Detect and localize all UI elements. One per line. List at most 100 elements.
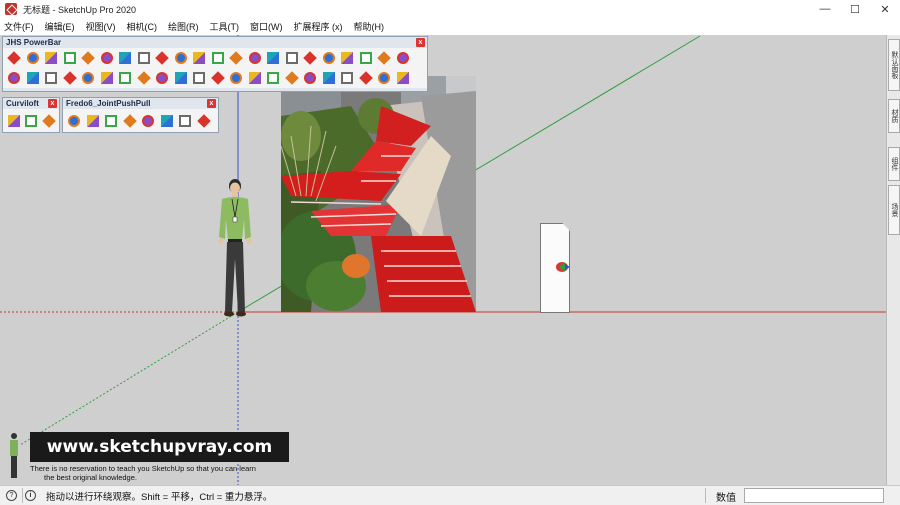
tool-icon[interactable] <box>62 50 78 66</box>
close-icon[interactable]: x <box>207 99 216 108</box>
info-icon[interactable]: i <box>25 490 36 501</box>
tool-icon[interactable] <box>210 70 226 86</box>
watermark-line-2: the best original knowledge. <box>44 473 137 482</box>
tool-icon[interactable] <box>80 70 96 86</box>
tool-icon[interactable] <box>173 70 189 86</box>
toolbar-row-2 <box>3 68 427 88</box>
tray-tab-scenes[interactable]: 场景 <box>888 185 900 235</box>
tool-icon[interactable] <box>154 50 170 66</box>
tool-icon[interactable] <box>159 113 175 129</box>
tool-icon[interactable] <box>6 70 22 86</box>
menu-extensions[interactable]: 扩展程序 (x) <box>294 20 343 33</box>
tool-icon[interactable] <box>43 50 59 66</box>
tool-icon[interactable] <box>228 50 244 66</box>
tool-icon[interactable] <box>24 113 39 129</box>
toolbar-title-text: Fredo6_JointPushPull <box>66 99 151 108</box>
tool-icon[interactable] <box>62 70 78 86</box>
tool-icon[interactable] <box>358 70 374 86</box>
toolbar-row <box>63 109 218 132</box>
imported-photo-red-bench[interactable] <box>281 76 476 312</box>
watermark-banner: www.sketchupvray.com <box>30 432 289 462</box>
tool-icon[interactable] <box>25 50 41 66</box>
tool-icon[interactable] <box>376 50 392 66</box>
tool-icon[interactable] <box>284 70 300 86</box>
tool-icon[interactable] <box>154 70 170 86</box>
tool-icon[interactable] <box>6 113 21 129</box>
status-bar: ? i 拖动以进行环绕观察。Shift = 平移，Ctrl = 重力悬浮。 数值 <box>0 485 900 505</box>
toolbar-title[interactable]: JHS PowerBar x <box>3 37 427 48</box>
tool-icon[interactable] <box>66 113 82 129</box>
tool-icon[interactable] <box>247 70 263 86</box>
tool-icon[interactable] <box>43 70 59 86</box>
tool-icon[interactable] <box>210 50 226 66</box>
geolocation-icon[interactable]: ? <box>6 490 17 501</box>
tool-icon[interactable] <box>302 50 318 66</box>
toolbar-row <box>3 109 59 132</box>
tray-tab-components[interactable]: 组件 <box>888 147 900 181</box>
maximize-button[interactable]: ☐ <box>840 0 870 18</box>
tool-icon[interactable] <box>6 50 22 66</box>
menu-file[interactable]: 文件(F) <box>4 20 34 33</box>
tool-icon[interactable] <box>136 50 152 66</box>
tool-icon[interactable] <box>265 50 281 66</box>
close-icon[interactable]: x <box>48 99 57 108</box>
menu-edit[interactable]: 编辑(E) <box>45 20 75 33</box>
tool-icon[interactable] <box>122 113 138 129</box>
tool-icon[interactable] <box>99 50 115 66</box>
tool-icon[interactable] <box>284 50 300 66</box>
watermark-line-1: There is no reservation to teach you Ske… <box>30 464 256 473</box>
menu-tools[interactable]: 工具(T) <box>210 20 240 33</box>
tray-tab-materials[interactable]: 材质 <box>888 99 900 133</box>
watermark-subtitle: There is no reservation to teach you Ske… <box>30 464 310 482</box>
tool-icon[interactable] <box>191 50 207 66</box>
tool-icon[interactable] <box>321 50 337 66</box>
tool-icon[interactable] <box>177 113 193 129</box>
menu-camera[interactable]: 相机(C) <box>127 20 158 33</box>
measurements-input[interactable] <box>744 488 884 503</box>
cursor-marker-icon <box>555 261 571 273</box>
tool-icon[interactable] <box>173 50 189 66</box>
tool-icon[interactable] <box>358 50 374 66</box>
tool-icon[interactable] <box>302 70 318 86</box>
status-separator <box>705 488 706 503</box>
menu-help[interactable]: 帮助(H) <box>354 20 385 33</box>
tool-icon[interactable] <box>117 70 133 86</box>
tool-icon[interactable] <box>140 113 156 129</box>
title-bar: 无标题 - SketchUp Pro 2020 — ☐ ✕ <box>0 0 900 18</box>
window-title: 无标题 - SketchUp Pro 2020 <box>23 4 137 15</box>
tool-icon[interactable] <box>395 50 411 66</box>
status-separator <box>22 488 23 503</box>
green-axis-negative <box>19 311 239 446</box>
tool-icon[interactable] <box>376 70 392 86</box>
tool-icon[interactable] <box>80 50 96 66</box>
tool-icon[interactable] <box>117 50 133 66</box>
tool-icon[interactable] <box>395 70 411 86</box>
tool-icon[interactable] <box>99 70 115 86</box>
minimize-button[interactable]: — <box>810 0 840 18</box>
tool-icon[interactable] <box>339 50 355 66</box>
menu-view[interactable]: 视图(V) <box>86 20 116 33</box>
tool-icon[interactable] <box>339 70 355 86</box>
menu-draw[interactable]: 绘图(R) <box>168 20 199 33</box>
tool-icon[interactable] <box>25 70 41 86</box>
tool-icon[interactable] <box>321 70 337 86</box>
toolbar-title[interactable]: Fredo6_JointPushPull x <box>63 98 218 109</box>
tool-icon[interactable] <box>136 70 152 86</box>
tool-icon[interactable] <box>103 113 119 129</box>
close-button[interactable]: ✕ <box>870 0 900 18</box>
tool-icon[interactable] <box>85 113 101 129</box>
tool-icon[interactable] <box>265 70 281 86</box>
tool-icon[interactable] <box>196 113 212 129</box>
tool-icon[interactable] <box>247 50 263 66</box>
scale-figure-person[interactable] <box>215 179 260 319</box>
tool-icon[interactable] <box>41 113 56 129</box>
tray-tab-default[interactable]: 默认面板 <box>888 39 900 91</box>
tool-icon[interactable] <box>228 70 244 86</box>
measurements-label: 数值 <box>716 493 736 504</box>
menu-window[interactable]: 窗口(W) <box>250 20 283 33</box>
toolbar-title[interactable]: Curviloft x <box>3 98 59 109</box>
tool-icon[interactable] <box>191 70 207 86</box>
toolbar-title-text: JHS PowerBar <box>6 38 62 47</box>
watermark-person-icon <box>6 432 22 482</box>
close-icon[interactable]: x <box>416 38 425 47</box>
